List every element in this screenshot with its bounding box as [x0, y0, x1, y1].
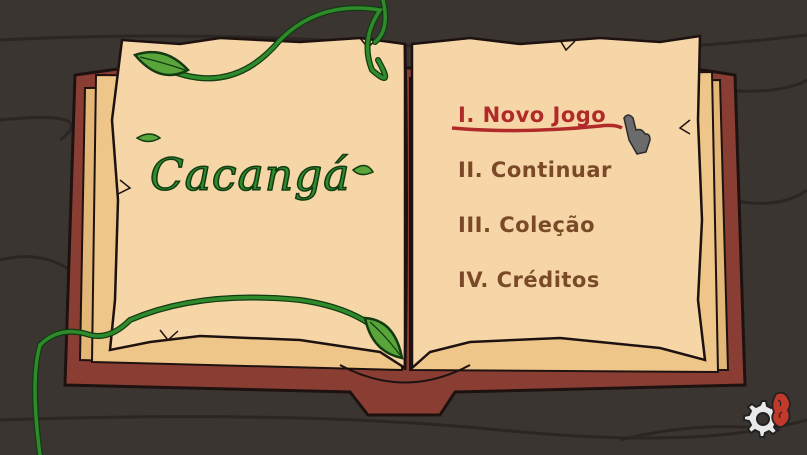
game-title-logo: Cacangá [149, 149, 351, 202]
main-menu: I. Novo Jogo II. Continuar III. Coleção … [458, 100, 688, 320]
main-menu-screen: Cacangá I. Novo Jogo II. Continuar III. … [0, 0, 807, 455]
menu-continue[interactable]: II. Continuar [458, 155, 688, 210]
brain-icon [771, 391, 791, 428]
book-spine [403, 43, 408, 371]
menu-new-game[interactable]: I. Novo Jogo [458, 100, 688, 155]
menu-collection[interactable]: III. Coleção [458, 210, 688, 265]
menu-credits[interactable]: IV. Créditos [458, 265, 688, 320]
